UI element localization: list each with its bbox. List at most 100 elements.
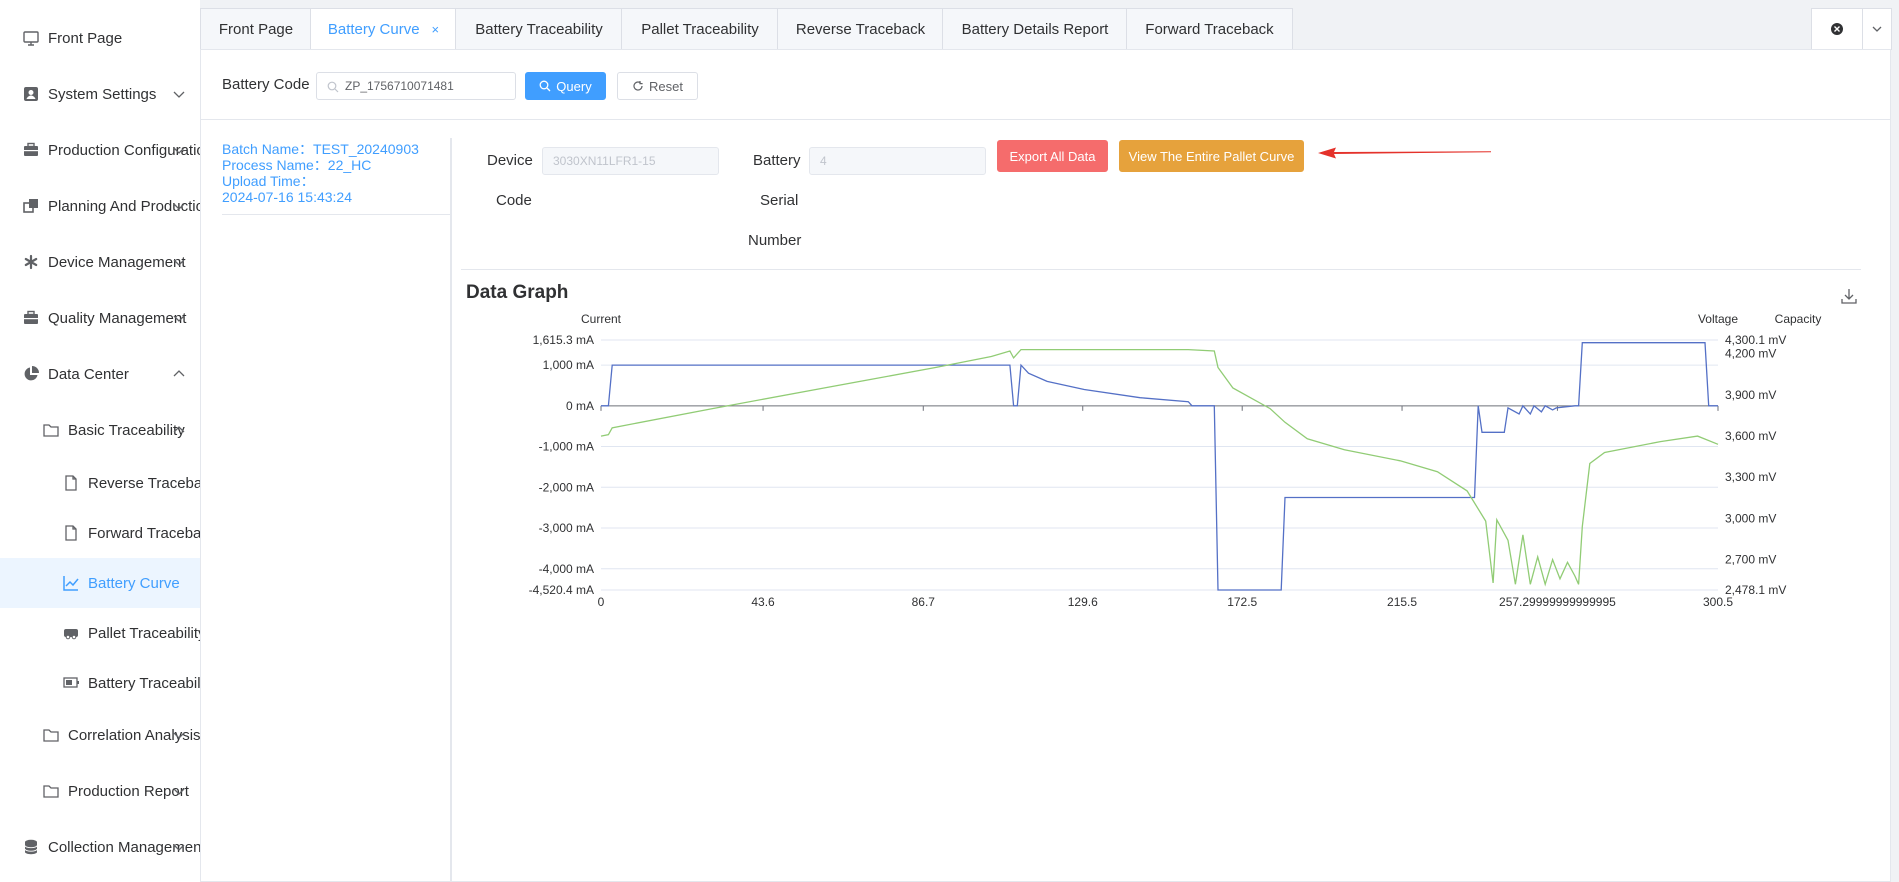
- tab-label: Battery Details Report: [961, 20, 1109, 38]
- data-graph-chart: 1,615.3 mA 1,000 mA 0 mA -1,000 mA -2,000 mA…: [529, 312, 1822, 609]
- tab-label: Front Page: [218, 20, 294, 38]
- chevron-down-icon: [1872, 26, 1882, 32]
- tab-forward-traceback[interactable]: Forward Traceback: [1126, 8, 1293, 50]
- truck-icon: [64, 629, 78, 640]
- left-axis-tick-label: -4,000 mA: [539, 562, 594, 576]
- copy-icon: [23, 199, 38, 213]
- sidebar-item-quality-management[interactable]: Quality Management: [0, 300, 200, 336]
- sidebar-item-device-management[interactable]: Device Management: [0, 244, 200, 280]
- x-axis-tick-label: 0: [598, 595, 605, 609]
- sidebar-item-label: Device Management: [48, 253, 186, 271]
- sidebar-item-system-settings[interactable]: System Settings: [0, 76, 200, 112]
- line-chart-icon: [63, 576, 79, 591]
- briefcase-icon: [24, 310, 38, 324]
- chevron-down-icon: [173, 315, 185, 322]
- tab-label: Reverse Traceback: [795, 20, 926, 38]
- pie-chart-icon: [24, 366, 39, 381]
- folder-icon: [43, 424, 59, 437]
- sidebar-item-production-configuration[interactable]: Production Configuration: [0, 132, 200, 168]
- current-series-line: [601, 342, 1718, 591]
- chevron-down-icon: [173, 259, 185, 266]
- tab-label: Pallet Traceability: [641, 20, 759, 38]
- tab-menu-button[interactable]: [1862, 8, 1892, 50]
- user-icon: [24, 87, 38, 101]
- x-axis-tick-label: 43.6: [751, 595, 775, 609]
- chevron-down-icon: [173, 147, 185, 154]
- close-all-tabs-button[interactable]: [1811, 8, 1863, 50]
- left-axis-tick-label: -2,000 mA: [539, 480, 594, 494]
- sidebar: Front Page System Settings Production Co…: [0, 0, 200, 882]
- tab-reverse-traceback[interactable]: Reverse Traceback: [777, 8, 943, 50]
- tab-front-page[interactable]: Front Page: [200, 8, 311, 50]
- left-axis-tick-label: -4,520.4 mA: [529, 583, 594, 597]
- right-axis-tick-label: 3,900 mV: [1725, 388, 1776, 402]
- app-root: Front Page System Settings Production Co…: [0, 0, 1899, 882]
- left-axis-tick-label: -3,000 mA: [539, 521, 594, 535]
- database-icon: [24, 839, 38, 855]
- right-axis-tick-label: 2,700 mV: [1725, 553, 1776, 567]
- sidebar-item-label: Basic Traceability: [68, 421, 185, 439]
- chevron-down-icon: [173, 788, 185, 795]
- tab-battery-traceability[interactable]: Battery Traceability: [455, 8, 622, 50]
- tab-pallet-traceability[interactable]: Pallet Traceability: [621, 8, 778, 50]
- left-axis-tick-label: 1,615.3 mA: [533, 333, 594, 347]
- x-axis-tick-label: 129.6: [1068, 595, 1098, 609]
- right-axis-name: Voltage: [1698, 312, 1738, 326]
- sidebar-item-reverse-traceback[interactable]: Reverse Traceback: [0, 465, 200, 501]
- x-axis-tick-label: 300.5: [1703, 595, 1733, 609]
- right-axis-tick-label: 3,300 mV: [1725, 470, 1776, 484]
- sidebar-item-correlation-analysis[interactable]: Correlation Analysis: [0, 717, 200, 753]
- left-axis-tick-label: 1,000 mA: [543, 358, 594, 372]
- main-panel: Battery Code ZP_1756710071481 Query Rese…: [200, 49, 1891, 882]
- sidebar-item-data-center[interactable]: Data Center: [0, 356, 200, 392]
- sidebar-item-pallet-traceability[interactable]: Pallet Traceability: [0, 615, 200, 651]
- sidebar-item-battery-curve[interactable]: Battery Curve: [0, 558, 200, 608]
- folder-icon: [43, 785, 59, 798]
- x-axis-tick-label: 86.7: [912, 595, 936, 609]
- sidebar-item-collection-management[interactable]: Collection Management: [0, 829, 200, 865]
- sidebar-item-forward-traceback[interactable]: Forward Traceback: [0, 515, 200, 551]
- sidebar-item-planning-and-production[interactable]: Planning And Production: [0, 188, 200, 224]
- monitor-icon: [23, 31, 39, 46]
- tab-battery-curve[interactable]: Battery Curve ×: [310, 8, 456, 50]
- chevron-up-icon: [173, 370, 185, 377]
- sidebar-item-battery-traceability[interactable]: Battery Traceability: [0, 665, 200, 701]
- chevron-down-icon: [173, 844, 185, 851]
- tab-label: Battery Curve: [327, 20, 420, 38]
- briefcase-icon: [24, 142, 38, 156]
- x-axis-tick-label: 172.5: [1227, 595, 1257, 609]
- right-axis-tick-label: 4,300.1 mV: [1725, 333, 1786, 347]
- close-icon[interactable]: ×: [432, 22, 440, 37]
- chevron-down-icon: [173, 91, 185, 98]
- right-axis-tick-label: 2,478.1 mV: [1725, 583, 1786, 597]
- chevron-down-icon: [173, 732, 185, 739]
- x-axis-tick-label: 257.29999999999995: [1499, 595, 1616, 609]
- sidebar-item-front-page[interactable]: Front Page: [0, 20, 200, 56]
- sidebar-item-label: Data Center: [48, 365, 129, 383]
- sidebar-item-basic-traceability[interactable]: Basic Traceability: [0, 412, 200, 448]
- sidebar-item-label: Battery Curve: [88, 574, 180, 592]
- sidebar-item-label: Pallet Traceability: [88, 624, 200, 642]
- right-axis-tick-label: 3,000 mV: [1725, 511, 1776, 525]
- chevron-down-icon: [173, 203, 185, 210]
- sidebar-item-label: Reverse Traceback: [88, 474, 200, 492]
- left-axis-tick-label: -1,000 mA: [539, 440, 594, 454]
- right-axis-tick-label: 4,200 mV: [1725, 347, 1776, 361]
- folder-icon: [43, 729, 59, 742]
- sidebar-item-label: System Settings: [48, 85, 157, 103]
- document-icon: [65, 475, 77, 491]
- sidebar-item-label: Production Report: [68, 782, 189, 800]
- tab-label: Forward Traceback: [1145, 20, 1274, 38]
- x-axis-tick-label: 215.5: [1387, 595, 1417, 609]
- close-circle-icon: [1831, 23, 1843, 35]
- right-axis-tick-label: 3,600 mV: [1725, 429, 1776, 443]
- tab-battery-details-report[interactable]: Battery Details Report: [942, 8, 1127, 50]
- chevron-up-icon: [173, 426, 185, 433]
- sidebar-item-production-report[interactable]: Production Report: [0, 773, 200, 809]
- voltage-series-line: [600, 348, 1719, 587]
- sidebar-item-label: Forward Traceback: [88, 524, 200, 542]
- asterisk-icon: [24, 254, 38, 270]
- right-axis-2-name: Capacity: [1775, 312, 1822, 326]
- left-axis-name: Current: [581, 312, 622, 326]
- sidebar-item-label: Front Page: [48, 29, 123, 47]
